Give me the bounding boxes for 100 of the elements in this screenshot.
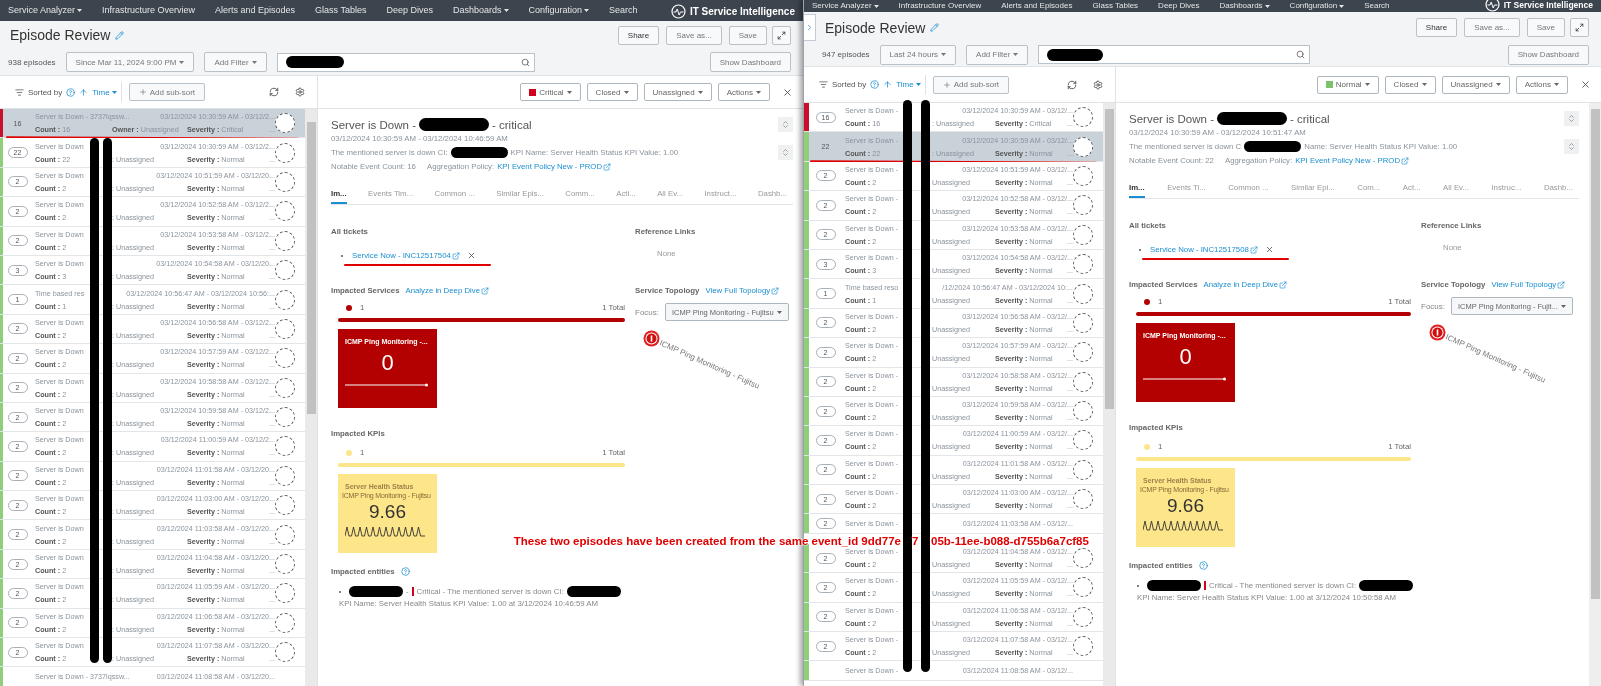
status-dropdown[interactable]: Closed — [1384, 75, 1436, 94]
remove-icon[interactable] — [1264, 245, 1274, 254]
nav-item[interactable]: Dashboards — [453, 0, 509, 21]
refresh-icon[interactable] — [269, 87, 279, 97]
help-icon[interactable] — [870, 80, 880, 89]
help-icon[interactable] — [400, 567, 410, 576]
sort-direction-icon[interactable] — [79, 87, 89, 97]
header-button[interactable]: Save as... — [1464, 18, 1520, 37]
nav-item[interactable]: Configuration — [1289, 0, 1345, 12]
nav-item[interactable]: Deep Dives — [1158, 0, 1200, 12]
expand-panel-button[interactable] — [804, 14, 816, 41]
service-node-icon[interactable] — [1429, 324, 1446, 341]
caret-icon — [915, 83, 921, 86]
sort-icon — [15, 87, 24, 97]
sort-arrows-icon[interactable] — [778, 117, 793, 132]
refresh-icon[interactable] — [1067, 79, 1077, 90]
add-filter-button[interactable]: Add Filter — [204, 52, 267, 72]
assignee-circle — [275, 113, 295, 134]
owner-dropdown[interactable]: Unassigned — [643, 83, 712, 101]
assignee-circle — [275, 554, 295, 575]
scrollbar[interactable] — [1103, 103, 1115, 686]
severity-dropdown[interactable]: Critical — [520, 83, 581, 101]
caret-icon — [1364, 83, 1370, 86]
nav-item[interactable]: Configuration — [528, 0, 590, 21]
assignee-circle — [275, 377, 295, 398]
remove-icon[interactable] — [466, 251, 476, 260]
assignee-circle — [1073, 254, 1093, 275]
assignee-circle — [1073, 283, 1093, 304]
assignee-circle — [1073, 459, 1093, 480]
add-sub-sort-button[interactable]: Add sub-sort — [932, 75, 1010, 94]
nav-item[interactable]: Search — [1364, 0, 1390, 12]
header-button[interactable]: Share — [617, 25, 660, 45]
logo-icon — [670, 4, 686, 19]
search-icon — [1296, 50, 1306, 59]
show-dashboard-button[interactable]: Show Dashboard — [709, 52, 791, 72]
status-dropdown[interactable]: Closed — [586, 83, 638, 101]
service-node-icon[interactable] — [643, 330, 660, 347]
nav-item[interactable]: Service Analyzer — [812, 0, 879, 12]
close-icon[interactable] — [1580, 79, 1591, 90]
header-button[interactable]: Share — [1415, 18, 1458, 37]
assignee-circle — [1073, 342, 1093, 363]
episode-count: 947 episodes — [822, 50, 870, 59]
sort-field-dropdown[interactable]: Time — [92, 82, 122, 102]
sort-arrows-icon[interactable] — [1564, 139, 1579, 154]
add-sub-sort-button[interactable]: Add sub-sort — [128, 83, 206, 101]
header-button[interactable]: Save as... — [666, 25, 722, 45]
nav-item[interactable]: Infrastructure Overview — [898, 0, 982, 12]
external-link-icon — [451, 251, 460, 260]
sort-arrows-icon[interactable] — [1564, 111, 1579, 126]
settings-icon[interactable] — [1093, 79, 1103, 90]
assignee-circle — [1073, 430, 1093, 451]
severity-dropdown[interactable]: Normal — [1316, 75, 1379, 94]
close-icon[interactable] — [782, 86, 793, 98]
nav-item[interactable]: Infrastructure Overview — [102, 0, 196, 21]
show-dashboard-button[interactable]: Show Dashboard — [1507, 44, 1589, 65]
nav-item[interactable]: Search — [609, 0, 638, 21]
nav-item[interactable]: Dashboards — [1219, 0, 1270, 12]
help-icon[interactable] — [66, 87, 76, 97]
actions-dropdown[interactable]: Actions — [717, 83, 770, 101]
help-icon[interactable] — [1198, 561, 1208, 570]
sort-field-dropdown[interactable]: Time — [896, 74, 926, 95]
episode-heading: - critical — [492, 118, 532, 131]
search-field[interactable] — [276, 52, 535, 72]
nav-item[interactable]: Service Analyzer — [8, 0, 83, 21]
caret-icon — [1554, 83, 1559, 86]
assignee-circle — [1073, 636, 1093, 657]
redaction-mark — [566, 586, 621, 597]
settings-icon[interactable] — [295, 87, 305, 97]
nav-item[interactable]: Alerts and Episodes — [1001, 0, 1073, 12]
assignee-circle — [275, 612, 295, 633]
header-button[interactable]: Save — [1526, 18, 1565, 37]
time-range-dropdown[interactable]: Last 24 hours — [879, 44, 957, 65]
owner-dropdown[interactable]: Unassigned — [1441, 75, 1510, 94]
caret-icon — [1013, 53, 1019, 56]
scrollbar[interactable] — [1589, 103, 1601, 686]
assignee-circle — [1073, 577, 1093, 598]
time-range-dropdown[interactable]: Since Mar 11, 2024 9:00 PM — [65, 52, 195, 72]
sort-direction-icon[interactable] — [883, 80, 893, 89]
plus-icon — [942, 80, 951, 89]
edit-icon[interactable] — [115, 30, 125, 40]
scrollbar[interactable] — [305, 109, 317, 686]
chevron-right-icon — [805, 23, 814, 32]
assignee-circle — [275, 318, 295, 339]
fullscreen-button[interactable] — [1570, 18, 1589, 37]
nav-item[interactable]: Deep Dives — [386, 0, 433, 21]
page-title: Episode Review — [825, 19, 926, 36]
sort-arrows-icon[interactable] — [778, 145, 793, 160]
fullscreen-button[interactable] — [772, 25, 791, 45]
edit-icon[interactable] — [930, 23, 940, 32]
assignee-circle — [275, 142, 295, 163]
search-field[interactable] — [1038, 45, 1311, 64]
actions-dropdown[interactable]: Actions — [1515, 75, 1568, 94]
nav-item[interactable]: Glass Tables — [315, 0, 367, 21]
header-button[interactable]: Save — [728, 25, 767, 45]
add-filter-button[interactable]: Add Filter — [966, 44, 1029, 65]
episode-heading: Server is Down - — [1129, 112, 1214, 125]
nav-item[interactable]: Alerts and Episodes — [215, 0, 296, 21]
nav-item[interactable]: Glass Tables — [1092, 0, 1139, 12]
redaction-mark — [450, 147, 508, 158]
assignee-circle — [275, 524, 295, 545]
